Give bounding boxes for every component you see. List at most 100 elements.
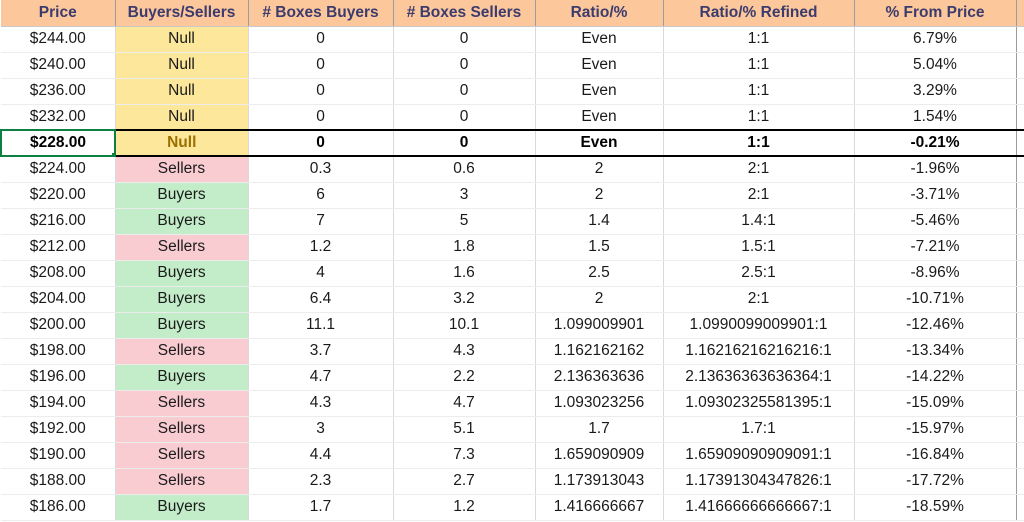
cell-price[interactable]: $192.00 bbox=[1, 416, 116, 443]
cell-ratio-refined[interactable]: 1.0990099009901:1 bbox=[663, 312, 855, 339]
cell-pct-from-price[interactable]: 5.04% bbox=[854, 52, 1017, 79]
cell-boxes-sellers[interactable]: 4.7 bbox=[393, 390, 536, 417]
cell-pct-from-price[interactable]: -15.97% bbox=[854, 416, 1017, 443]
cell-boxes-buyers[interactable]: 0 bbox=[248, 78, 394, 105]
cell-ratio[interactable]: Even bbox=[535, 104, 664, 131]
table-row[interactable]: $212.00 Sellers 1.2 1.8 1.5 1.5:1 -7.21% bbox=[1, 234, 1024, 261]
cell-boxes-buyers[interactable]: 1.7 bbox=[248, 494, 394, 521]
cell-buyers-sellers[interactable]: Buyers bbox=[115, 286, 249, 313]
cell-buyers-sellers[interactable]: Sellers bbox=[115, 234, 249, 261]
cell-boxes-sellers[interactable]: 3.2 bbox=[393, 286, 536, 313]
cell-price[interactable]: $186.00 bbox=[1, 494, 116, 521]
cell-ratio[interactable]: 2 bbox=[535, 182, 664, 209]
table-row[interactable]: $186.00 Buyers 1.7 1.2 1.416666667 1.41666666… bbox=[1, 494, 1024, 521]
price-ladder-table[interactable]: Price Buyers/Sellers # Boxes Buyers # Bo… bbox=[0, 0, 1024, 521]
cell-boxes-buyers[interactable]: 4 bbox=[248, 260, 394, 287]
cell-ratio-refined[interactable]: 1.41666666666667:1 bbox=[663, 494, 855, 521]
cell-ratio-refined[interactable]: 1:1 bbox=[663, 129, 855, 157]
cell-price[interactable]: $228.00 bbox=[0, 129, 116, 157]
table-row[interactable]: $190.00 Sellers 4.4 7.3 1.659090909 1.6590909… bbox=[1, 442, 1024, 469]
table-row[interactable]: $188.00 Sellers 2.3 2.7 1.173913043 1.1739130… bbox=[1, 468, 1024, 495]
cell-boxes-sellers[interactable]: 5 bbox=[393, 208, 536, 235]
cell-buyers-sellers[interactable]: Sellers bbox=[115, 390, 249, 417]
cell-ratio-refined[interactable]: 1.65909090909091:1 bbox=[663, 442, 855, 469]
cell-ratio[interactable]: Even bbox=[535, 52, 664, 79]
cell-boxes-buyers[interactable]: 3 bbox=[248, 416, 394, 443]
cell-ratio[interactable]: 2 bbox=[535, 156, 664, 183]
table-row[interactable]: $208.00 Buyers 4 1.6 2.5 2.5:1 -8.96% bbox=[1, 260, 1024, 287]
cell-pct-from-price[interactable]: -16.84% bbox=[854, 442, 1017, 469]
cell-ratio[interactable]: 1.416666667 bbox=[535, 494, 664, 521]
spreadsheet-grid[interactable]: Price Buyers/Sellers # Boxes Buyers # Bo… bbox=[0, 0, 1024, 522]
cell-pct-from-price[interactable]: -5.46% bbox=[854, 208, 1017, 235]
cell-boxes-buyers[interactable]: 4.3 bbox=[248, 390, 394, 417]
cell-price[interactable]: $204.00 bbox=[1, 286, 116, 313]
cell-pct-from-price[interactable]: 1.54% bbox=[854, 104, 1017, 131]
cell-ratio-refined[interactable]: 2:1 bbox=[663, 286, 855, 313]
cell-ratio[interactable]: 2.5 bbox=[535, 260, 664, 287]
cell-ratio-refined[interactable]: 2:1 bbox=[663, 182, 855, 209]
cell-price[interactable]: $236.00 bbox=[1, 78, 116, 105]
cell-ratio-refined[interactable]: 1.17391304347826:1 bbox=[663, 468, 855, 495]
cell-buyers-sellers[interactable]: Buyers bbox=[115, 364, 249, 391]
cell-boxes-buyers[interactable]: 4.4 bbox=[248, 442, 394, 469]
cell-boxes-sellers[interactable]: 5.1 bbox=[393, 416, 536, 443]
table-row[interactable]: $194.00 Sellers 4.3 4.7 1.093023256 1.0930232… bbox=[1, 390, 1024, 417]
cell-boxes-sellers[interactable]: 0 bbox=[393, 104, 536, 131]
table-body[interactable]: $244.00 Null 0 0 Even 1:1 6.79% $240.00 Null 0 0 Ev… bbox=[0, 26, 1024, 521]
column-header-boxes-sellers[interactable]: # Boxes Sellers bbox=[393, 0, 536, 27]
cell-ratio[interactable]: 1.7 bbox=[535, 416, 664, 443]
cell-pct-from-price[interactable]: -3.71% bbox=[854, 182, 1017, 209]
cell-pct-from-price[interactable]: -8.96% bbox=[854, 260, 1017, 287]
cell-ratio-refined[interactable]: 1:1 bbox=[663, 78, 855, 105]
cell-pct-from-price[interactable]: -0.21% bbox=[854, 129, 1017, 157]
cell-ratio[interactable]: 1.099009901 bbox=[535, 312, 664, 339]
cell-price[interactable]: $224.00 bbox=[1, 156, 116, 183]
cell-boxes-buyers[interactable]: 7 bbox=[248, 208, 394, 235]
column-header-ratio[interactable]: Ratio/% bbox=[535, 0, 664, 27]
table-row[interactable]: $216.00 Buyers 7 5 1.4 1.4:1 -5.46% bbox=[1, 208, 1024, 235]
cell-price[interactable]: $196.00 bbox=[1, 364, 116, 391]
cell-boxes-buyers[interactable]: 2.3 bbox=[248, 468, 394, 495]
cell-ratio[interactable]: Even bbox=[535, 26, 664, 53]
cell-price[interactable]: $232.00 bbox=[1, 104, 116, 131]
cell-boxes-buyers[interactable]: 0 bbox=[248, 26, 394, 53]
cell-ratio-refined[interactable]: 2.13636363636364:1 bbox=[663, 364, 855, 391]
cell-boxes-sellers[interactable]: 0 bbox=[393, 129, 536, 157]
cell-pct-from-price[interactable]: -14.22% bbox=[854, 364, 1017, 391]
cell-buyers-sellers[interactable]: Buyers bbox=[115, 494, 249, 521]
cell-buyers-sellers[interactable]: Null bbox=[115, 129, 249, 157]
cell-boxes-sellers[interactable]: 2.2 bbox=[393, 364, 536, 391]
cell-boxes-sellers[interactable]: 1.6 bbox=[393, 260, 536, 287]
cell-boxes-sellers[interactable]: 0 bbox=[393, 26, 536, 53]
cell-price[interactable]: $244.00 bbox=[1, 26, 116, 53]
cell-buyers-sellers[interactable]: Sellers bbox=[115, 156, 249, 183]
cell-ratio[interactable]: 1.093023256 bbox=[535, 390, 664, 417]
cell-ratio[interactable]: 1.173913043 bbox=[535, 468, 664, 495]
table-row[interactable]: $232.00 Null 0 0 Even 1:1 1.54% bbox=[1, 104, 1024, 131]
cell-boxes-sellers[interactable]: 0.6 bbox=[393, 156, 536, 183]
cell-price[interactable]: $208.00 bbox=[1, 260, 116, 287]
cell-boxes-sellers[interactable]: 0 bbox=[393, 52, 536, 79]
table-row[interactable]: $192.00 Sellers 3 5.1 1.7 1.7:1 -15.97% bbox=[1, 416, 1024, 443]
cell-price[interactable]: $198.00 bbox=[1, 338, 116, 365]
column-header-pct-from-price[interactable]: % From Price bbox=[854, 0, 1017, 27]
cell-ratio[interactable]: Even bbox=[535, 78, 664, 105]
column-header-buyers-sellers[interactable]: Buyers/Sellers bbox=[115, 0, 249, 27]
table-row[interactable]: $204.00 Buyers 6.4 3.2 2 2:1 -10.71% bbox=[1, 286, 1024, 313]
cell-boxes-buyers[interactable]: 4.7 bbox=[248, 364, 394, 391]
cell-price[interactable]: $194.00 bbox=[1, 390, 116, 417]
cell-ratio-refined[interactable]: 1.16216216216216:1 bbox=[663, 338, 855, 365]
cell-boxes-sellers[interactable]: 0 bbox=[393, 78, 536, 105]
cell-boxes-buyers[interactable]: 0 bbox=[248, 129, 394, 157]
cell-pct-from-price[interactable]: -13.34% bbox=[854, 338, 1017, 365]
cell-buyers-sellers[interactable]: Sellers bbox=[115, 338, 249, 365]
cell-ratio-refined[interactable]: 2.5:1 bbox=[663, 260, 855, 287]
cell-boxes-sellers[interactable]: 7.3 bbox=[393, 442, 536, 469]
selection-fill-handle[interactable] bbox=[111, 152, 113, 154]
cell-buyers-sellers[interactable]: Null bbox=[115, 104, 249, 131]
cell-ratio[interactable]: 1.659090909 bbox=[535, 442, 664, 469]
table-row[interactable]: $244.00 Null 0 0 Even 1:1 6.79% bbox=[1, 26, 1024, 53]
cell-ratio[interactable]: 2 bbox=[535, 286, 664, 313]
cell-ratio-refined[interactable]: 1:1 bbox=[663, 104, 855, 131]
